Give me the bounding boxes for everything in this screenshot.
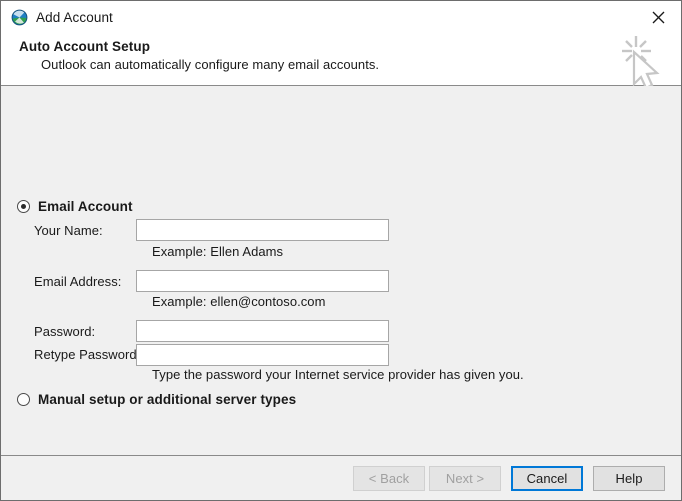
dialog-body: Email Account Your Name: Example: Ellen … — [1, 86, 681, 455]
your-name-label: Your Name: — [34, 223, 103, 238]
dialog-footer: < Back Next > Cancel Help — [1, 455, 681, 500]
close-glyph — [652, 11, 665, 24]
titlebar: Add Account — [1, 1, 681, 34]
window-title: Add Account — [36, 10, 113, 25]
radio-manual-setup-indicator[interactable] — [17, 393, 30, 406]
page-title: Auto Account Setup — [19, 38, 681, 56]
radio-manual-setup-label: Manual setup or additional server types — [38, 392, 296, 407]
email-address-hint: Example: ellen@contoso.com — [152, 294, 325, 309]
password-input[interactable] — [136, 320, 389, 342]
help-button[interactable]: Help — [593, 466, 665, 491]
page-subtitle: Outlook can automatically configure many… — [41, 56, 681, 74]
your-name-input[interactable] — [136, 219, 389, 241]
next-button[interactable]: Next > — [429, 466, 501, 491]
cancel-button[interactable]: Cancel — [511, 466, 583, 491]
back-button[interactable]: < Back — [353, 466, 425, 491]
retype-password-input[interactable] — [136, 344, 389, 366]
outlook-globe-icon — [11, 9, 28, 26]
close-icon[interactable] — [636, 1, 681, 33]
email-address-label: Email Address: — [34, 274, 121, 289]
password-label: Password: — [34, 324, 95, 339]
radio-email-account-indicator[interactable] — [17, 200, 30, 213]
radio-email-account-label: Email Account — [38, 199, 133, 214]
retype-password-label: Retype Password: — [34, 347, 140, 362]
password-hint: Type the password your Internet service … — [152, 367, 524, 382]
radio-option-manual-setup[interactable]: Manual setup or additional server types — [17, 392, 296, 407]
your-name-hint: Example: Ellen Adams — [152, 244, 283, 259]
wizard-header: Auto Account Setup Outlook can automatic… — [1, 34, 681, 86]
radio-option-email-account[interactable]: Email Account — [17, 199, 133, 214]
add-account-dialog: Add Account Auto Account Setup Outlook c… — [0, 0, 682, 501]
email-address-input[interactable] — [136, 270, 389, 292]
